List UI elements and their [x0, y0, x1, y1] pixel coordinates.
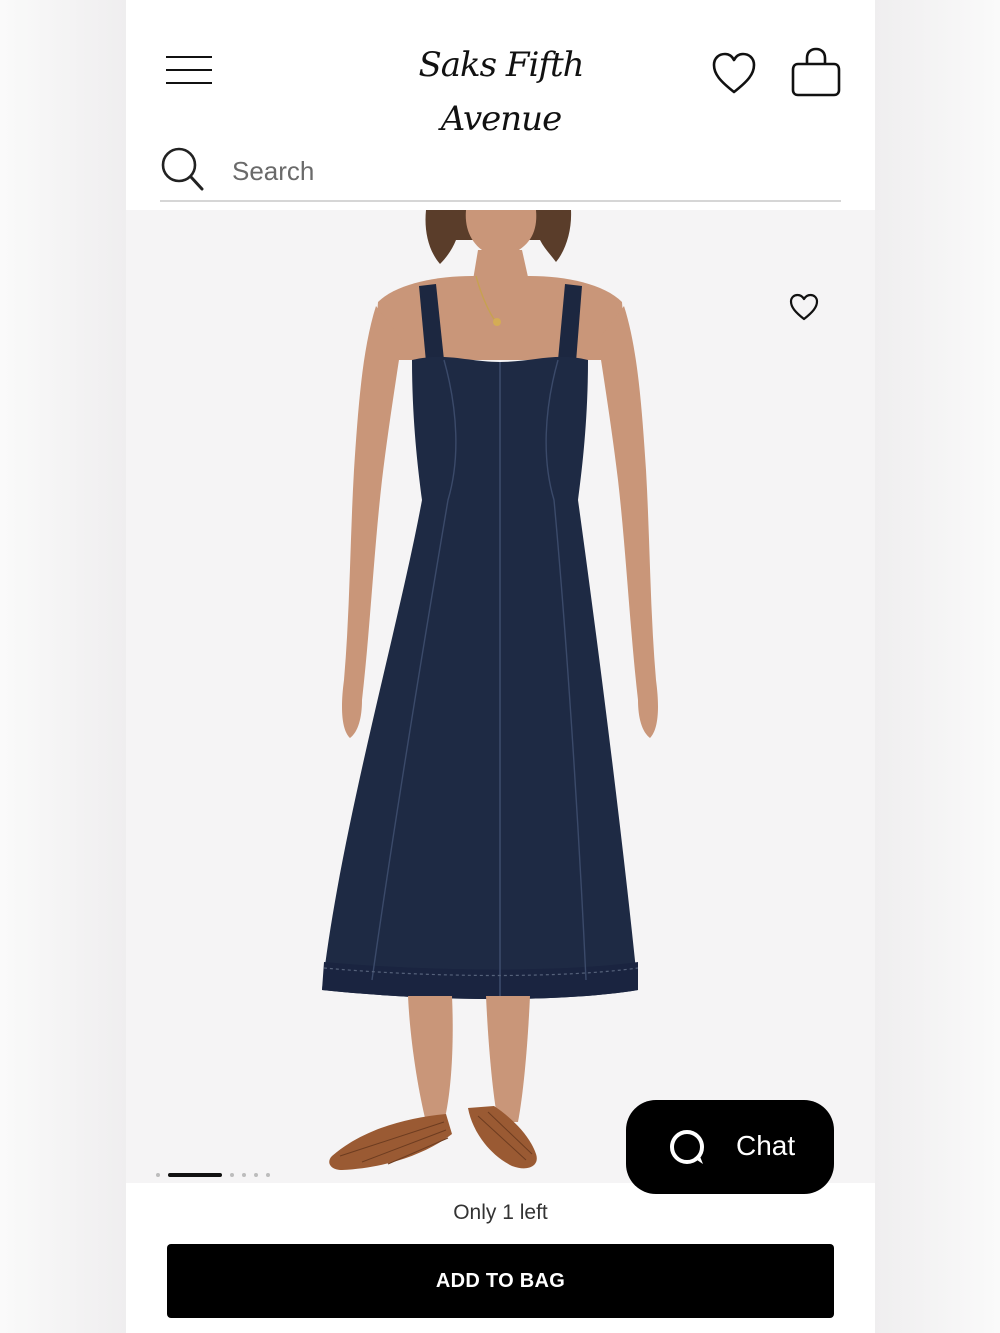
- shopping-bag-icon: [791, 47, 841, 97]
- favorite-button[interactable]: [788, 292, 820, 322]
- menu-button[interactable]: [166, 56, 212, 86]
- carousel-dot[interactable]: [242, 1173, 246, 1177]
- search-input[interactable]: [230, 150, 794, 192]
- hamburger-line: [166, 69, 212, 71]
- page-margin-left: [0, 0, 126, 1333]
- search-icon[interactable]: [160, 146, 204, 192]
- carousel-dot[interactable]: [266, 1173, 270, 1177]
- carousel-dot-active[interactable]: [168, 1173, 222, 1177]
- site-logo[interactable]: Saks Fifth Avenue: [361, 38, 641, 139]
- product-photo[interactable]: [126, 210, 875, 1185]
- hamburger-menu-icon: [166, 56, 212, 58]
- model-dress-illustration: [126, 210, 875, 1185]
- carousel-dot[interactable]: [230, 1173, 234, 1177]
- heart-outline-icon: [789, 293, 819, 321]
- chat-button[interactable]: Chat: [626, 1100, 834, 1194]
- product-page: Saks Fifth Avenue Search Only 1 left ADD…: [126, 0, 875, 1333]
- site-header: Saks Fifth Avenue: [126, 0, 875, 210]
- heart-icon: [712, 52, 756, 94]
- chat-label: Chat: [736, 1130, 796, 1161]
- chat-bubble-icon: [670, 1130, 704, 1164]
- hamburger-line: [166, 82, 212, 84]
- purchase-panel: Only 1 left ADD TO BAG: [126, 1183, 875, 1333]
- wishlist-button[interactable]: [710, 50, 758, 96]
- stock-note: Only 1 left: [453, 1201, 548, 1224]
- carousel-dot[interactable]: [156, 1173, 160, 1177]
- carousel-dot[interactable]: [254, 1173, 258, 1177]
- search-bar[interactable]: [160, 140, 841, 202]
- add-to-bag-button[interactable]: ADD TO BAG: [167, 1244, 834, 1318]
- shopping-bag-button[interactable]: [790, 46, 842, 98]
- page-margin-right: [874, 0, 1000, 1333]
